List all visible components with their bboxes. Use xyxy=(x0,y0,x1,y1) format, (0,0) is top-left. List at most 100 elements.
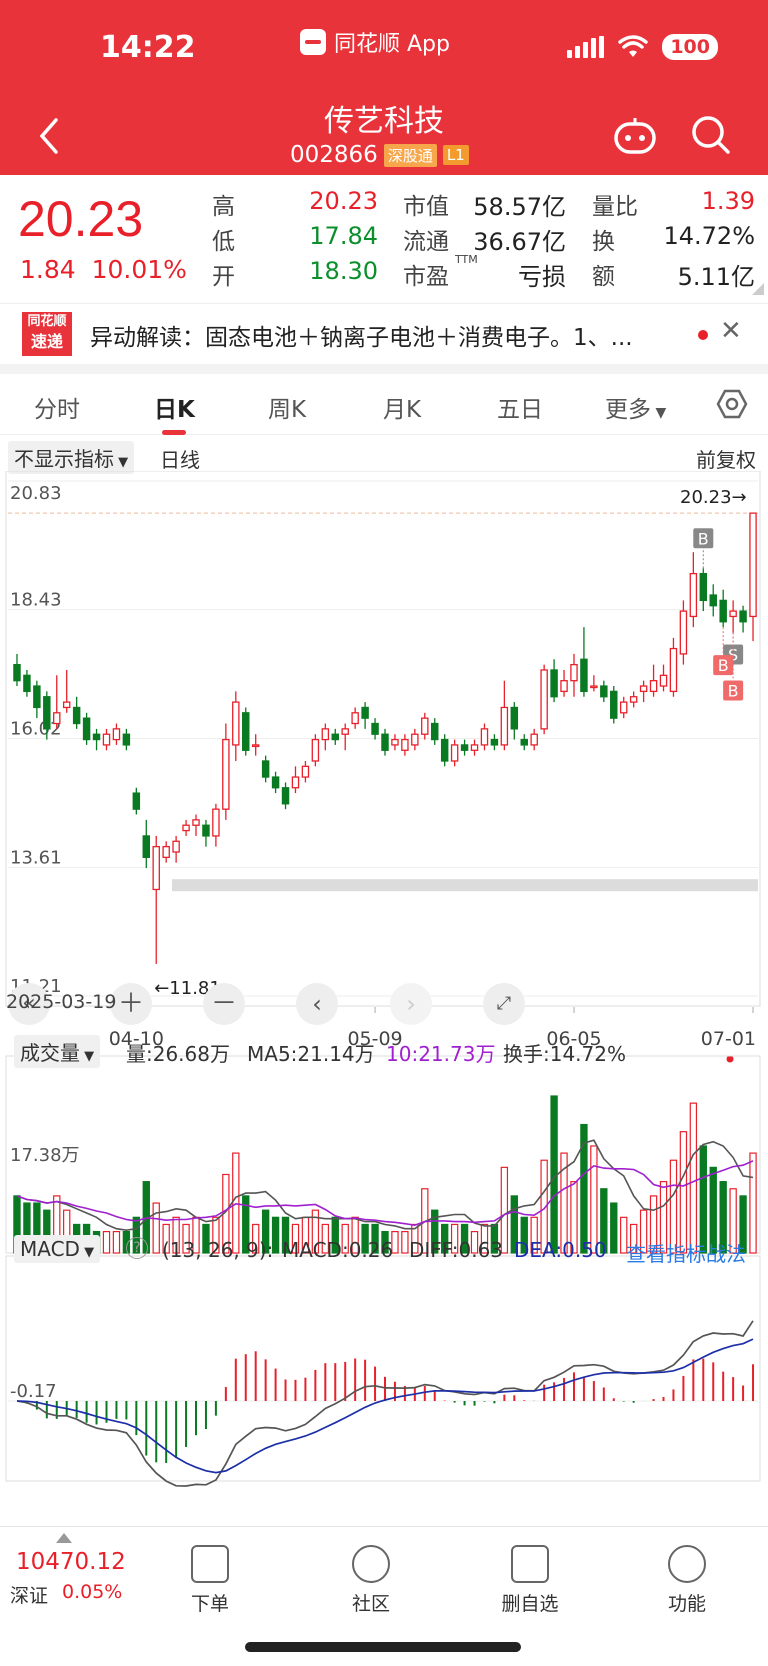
stock-code: 002866 xyxy=(290,142,378,168)
scroll-left-button[interactable]: ‹ xyxy=(296,983,338,1025)
macd-strategy-link[interactable]: 查看指标战法 xyxy=(626,1238,746,1267)
notice-banner[interactable]: 同花顺 速递 异动解读：固态电池＋钠离子电池＋消费电子。1、... ✕ xyxy=(0,303,768,364)
fullscreen-button[interactable]: ⤢ xyxy=(483,983,525,1025)
app-header: 14:22 同花顺 App 100 传艺科技 002866 深股通 L1 xyxy=(0,0,768,175)
help-icon[interactable]: ? xyxy=(126,1237,148,1259)
candle-body xyxy=(391,738,399,746)
pe-value: 亏损 xyxy=(518,263,566,291)
news-flash-logo-top: 同花顺 xyxy=(27,314,67,329)
candle-body xyxy=(550,669,558,698)
candle-body xyxy=(470,744,479,751)
close-icon[interactable]: ✕ xyxy=(720,316,742,346)
amount-value: 5.11亿 xyxy=(677,263,755,291)
candle-body xyxy=(729,610,737,618)
candle-body xyxy=(72,706,81,725)
nav-order[interactable]: 下单 xyxy=(160,1545,260,1616)
candle-body xyxy=(281,787,290,805)
app-name: 同花顺 App xyxy=(334,32,450,57)
volume-select-label: 成交量 xyxy=(20,1041,80,1065)
quote-panel: 20.23 1.84 10.01% 高 20.23 低 17.84 开 18.3… xyxy=(0,175,768,303)
tab-more[interactable]: 更多 ▼ xyxy=(605,390,666,424)
caret-down-icon: ▼ xyxy=(651,405,667,421)
nav-remove-watchlist[interactable]: 删自选 xyxy=(480,1545,580,1616)
candle-body xyxy=(341,728,349,735)
y-axis-label: 20.83 xyxy=(10,483,62,504)
candle-body xyxy=(212,808,220,837)
search-icon[interactable] xyxy=(690,114,732,156)
volume-ma5: MA5:21.14万 xyxy=(247,1042,375,1066)
candle-body xyxy=(43,696,51,730)
index-value[interactable]: 10470.12 xyxy=(16,1549,126,1575)
high-value: 20.23 xyxy=(309,187,378,215)
candle-body xyxy=(490,738,499,746)
candle-body xyxy=(132,792,141,810)
candle-body xyxy=(192,819,200,826)
expand-up-icon[interactable] xyxy=(56,1533,72,1543)
candle-body xyxy=(162,845,170,858)
candle-body xyxy=(590,685,598,689)
candle-body xyxy=(33,685,41,709)
wifi-icon xyxy=(618,35,649,57)
market-tag: 深股通 xyxy=(383,143,437,167)
active-tab-indicator xyxy=(162,430,186,435)
scroll-right-button[interactable]: › xyxy=(390,983,432,1025)
candle-body xyxy=(232,701,240,746)
community-star-icon xyxy=(352,1545,390,1583)
chart-tabs: 分时 日K 周K 月K 五日 更多 ▼ xyxy=(0,374,768,435)
candle-body xyxy=(430,722,439,741)
candle-body xyxy=(112,728,121,741)
macd-dea-line xyxy=(16,1338,754,1474)
candle-body xyxy=(82,717,91,741)
tab-intraday[interactable]: 分时 xyxy=(34,390,80,424)
tab-weekly-k[interactable]: 周K xyxy=(268,390,306,424)
candle-body xyxy=(719,599,727,623)
volume-bar xyxy=(401,1230,409,1254)
tab-daily-k[interactable]: 日K xyxy=(154,390,195,424)
nav-community[interactable]: 社区 xyxy=(321,1545,421,1616)
high-price-label: 20.23→ xyxy=(680,487,747,508)
tab-monthly-k[interactable]: 月K xyxy=(383,390,421,424)
candle-body xyxy=(649,680,658,693)
adjust-mode[interactable]: 前复权 xyxy=(696,444,756,473)
stock-code-row: 002866 深股通 L1 xyxy=(290,142,469,168)
candle-body xyxy=(679,610,688,655)
volume-bar xyxy=(749,1152,757,1254)
indicator-select-label: 不显示指标 xyxy=(14,447,114,471)
candle-body xyxy=(53,712,61,725)
turnover-value: 14.72% xyxy=(663,222,755,250)
trade-marker-label: B xyxy=(698,529,709,548)
candle-body xyxy=(261,760,270,778)
remove-watchlist-icon xyxy=(511,1545,549,1583)
change-percent: 10.01% xyxy=(91,255,187,284)
indicator-select[interactable]: 不显示指标 ▼ xyxy=(8,441,135,474)
volume-axis-label: 17.38万 xyxy=(10,1145,80,1166)
robot-assistant-icon[interactable] xyxy=(612,116,658,156)
market-cap-label: 市值 xyxy=(403,194,449,220)
macd-select-label: MACD xyxy=(20,1237,80,1261)
nav-functions[interactable]: 功能 xyxy=(637,1545,737,1616)
order-document-icon xyxy=(191,1545,229,1583)
y-axis-label: 13.61 xyxy=(10,848,62,869)
candle-body xyxy=(381,733,389,751)
zoom-out-button[interactable]: － xyxy=(203,983,245,1025)
notice-text[interactable]: 异动解读：固态电池＋钠离子电池＋消费电子。1、... xyxy=(90,318,680,352)
candle-body xyxy=(361,706,369,719)
expand-corner-icon[interactable] xyxy=(752,283,764,295)
volume-indicator-select[interactable]: 成交量 ▼ xyxy=(14,1035,101,1068)
volume-bar xyxy=(271,1216,280,1254)
app-logo-icon xyxy=(300,29,326,55)
candle-body xyxy=(510,706,519,730)
volume-bar xyxy=(112,1230,121,1254)
candle-body xyxy=(242,712,250,751)
candle-body xyxy=(62,701,71,709)
candle-body xyxy=(222,738,230,810)
open-label: 开 xyxy=(212,264,235,290)
candle-body xyxy=(321,728,330,741)
macd-indicator-select[interactable]: MACD ▼ xyxy=(14,1235,101,1263)
nav-remove-watchlist-label: 删自选 xyxy=(501,1593,559,1615)
tab-five-day[interactable]: 五日 xyxy=(497,390,543,424)
candle-body xyxy=(251,744,260,748)
settings-hexagon-icon[interactable] xyxy=(716,388,748,420)
candle-body xyxy=(580,658,588,693)
candle-body xyxy=(142,835,151,858)
